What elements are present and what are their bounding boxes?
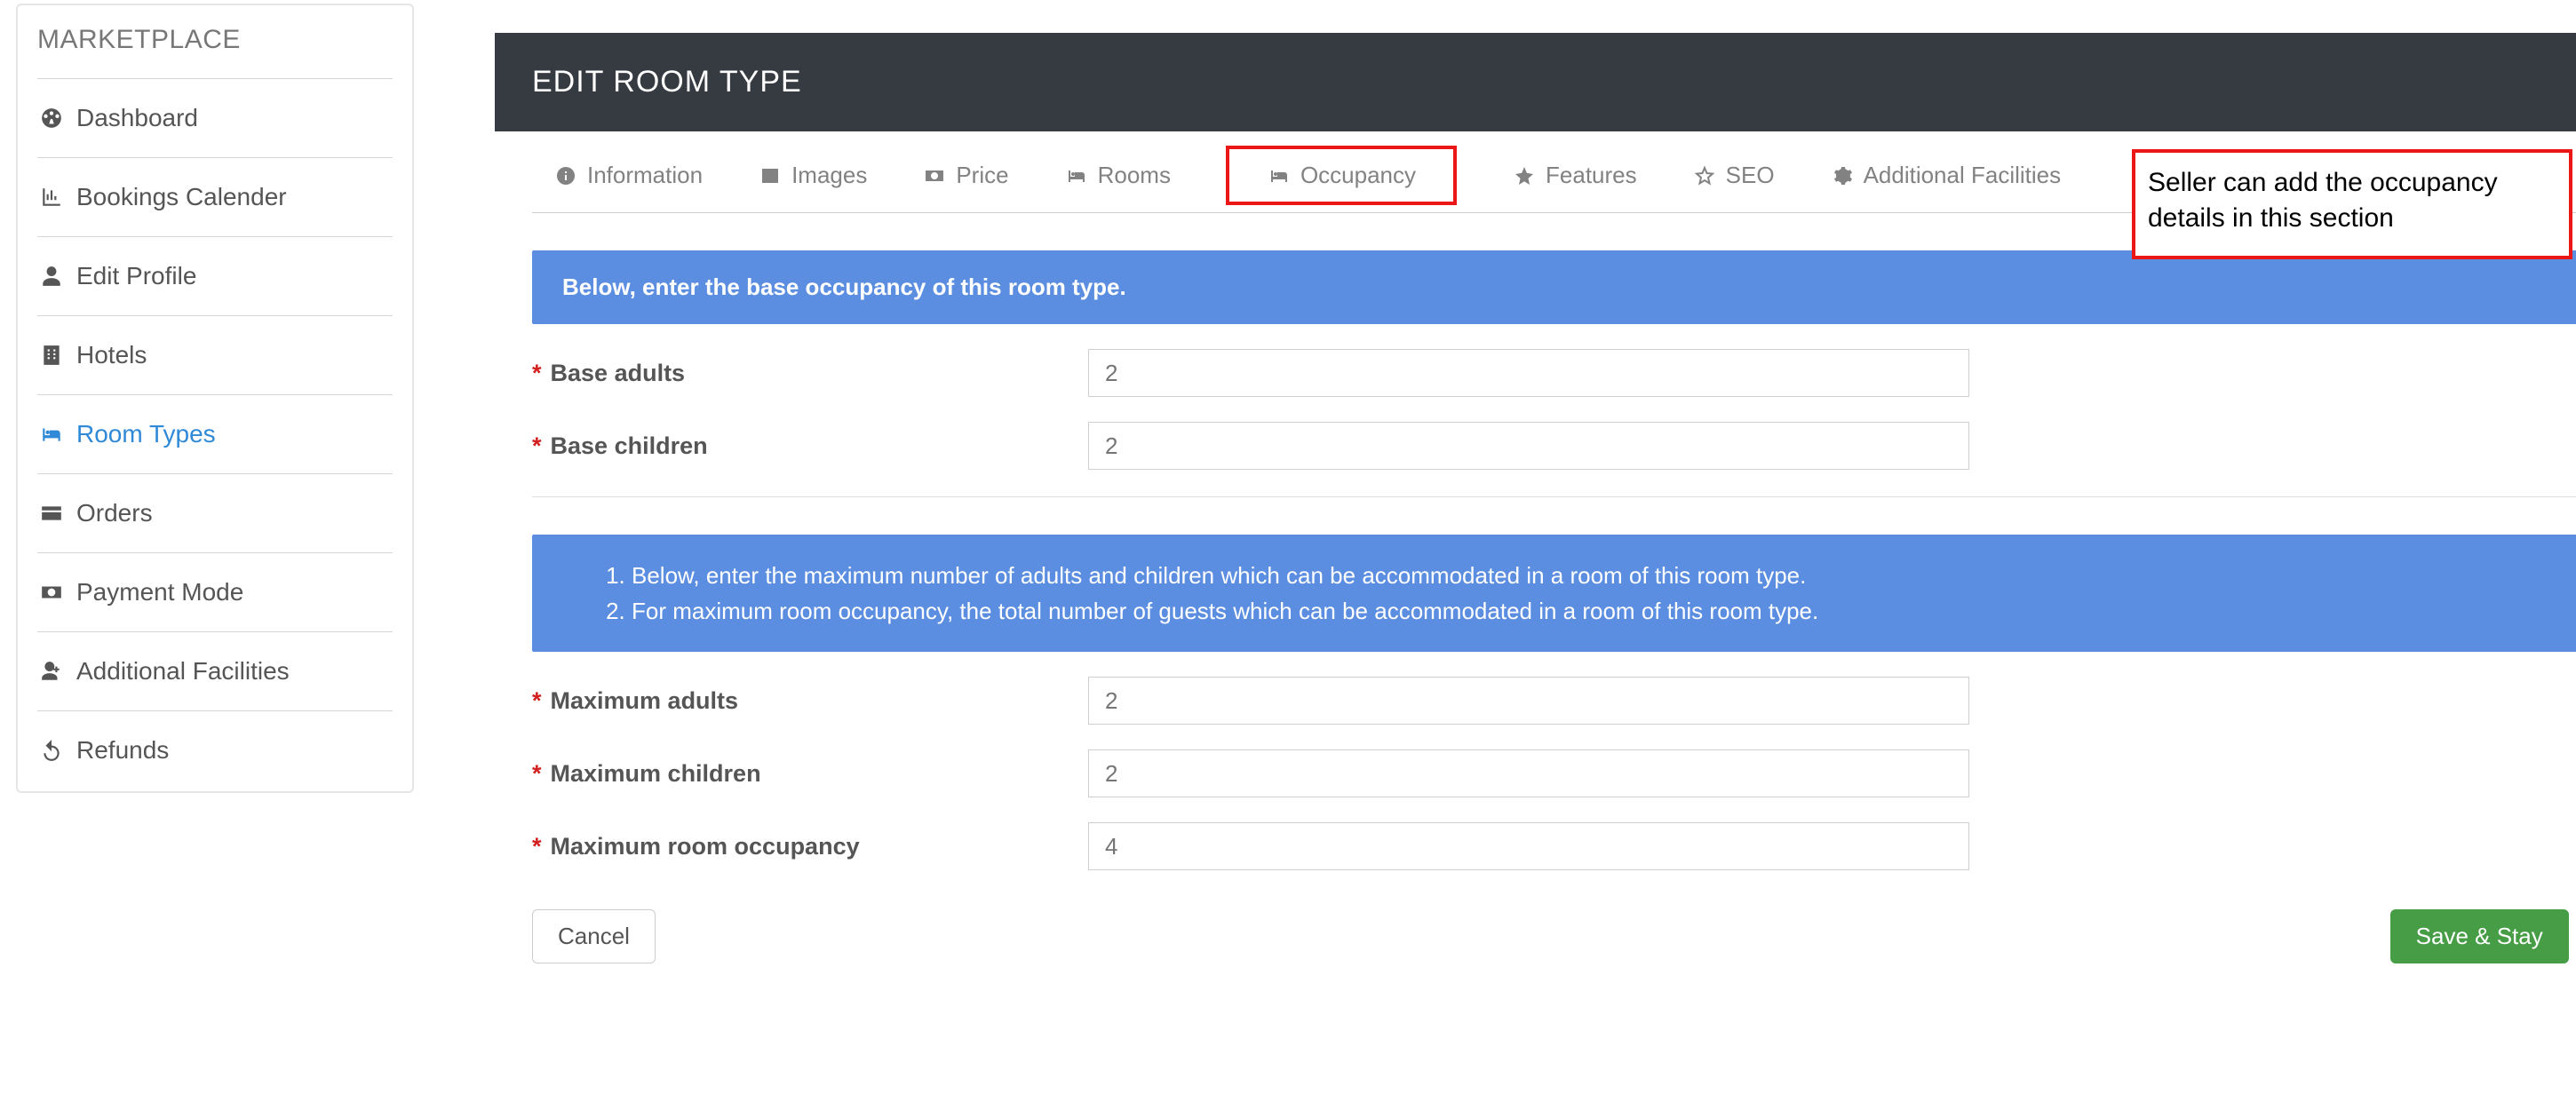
divider [532, 496, 2576, 497]
row-max-adults: *Maximum adults [532, 652, 2576, 725]
input-base-children[interactable] [1088, 422, 1969, 470]
user-icon [37, 265, 66, 288]
tab-label: Occupancy [1300, 162, 1416, 189]
input-max-adults[interactable] [1088, 677, 1969, 725]
page-title: EDIT ROOM TYPE [495, 33, 2576, 131]
label-max-children: *Maximum children [532, 760, 1088, 788]
info-banner-item: Below, enter the maximum number of adult… [632, 558, 2576, 593]
bed-icon [1064, 165, 1089, 186]
dashboard-icon [37, 107, 66, 130]
star-outline-icon [1692, 165, 1717, 186]
tab-information[interactable]: Information [553, 162, 703, 189]
sidebar: MARKETPLACE Dashboard Bookings Calender … [16, 4, 414, 793]
input-max-room[interactable] [1088, 822, 1969, 870]
info-icon [553, 165, 578, 186]
undo-icon [37, 739, 66, 762]
tab-features[interactable]: Features [1512, 162, 1637, 189]
annotation-callout: Seller can add the occupancy details in … [2132, 149, 2572, 259]
sidebar-item-label: Bookings Calender [76, 183, 287, 211]
sidebar-item-room-types[interactable]: Room Types [37, 395, 393, 474]
tab-label: Features [1546, 162, 1637, 189]
sidebar-item-hotels[interactable]: Hotels [37, 316, 393, 395]
tab-label: Images [791, 162, 867, 189]
label-max-room: *Maximum room occupancy [532, 833, 1088, 860]
label-base-adults: *Base adults [532, 360, 1088, 387]
sidebar-item-label: Orders [76, 499, 153, 527]
sidebar-title: MARKETPLACE [37, 25, 393, 79]
card-icon [37, 502, 66, 525]
tab-rooms[interactable]: Rooms [1064, 162, 1171, 189]
tab-price[interactable]: Price [922, 162, 1008, 189]
label-base-children: *Base children [532, 432, 1088, 460]
input-base-adults[interactable] [1088, 349, 1969, 397]
bed-icon [1267, 165, 1292, 186]
sidebar-item-label: Payment Mode [76, 578, 243, 607]
row-base-adults: *Base adults [532, 324, 2576, 397]
sidebar-item-facilities[interactable]: Additional Facilities [37, 632, 393, 711]
sidebar-item-payment[interactable]: Payment Mode [37, 553, 393, 632]
info-banner-max: Below, enter the maximum number of adult… [532, 535, 2576, 652]
bed-icon [37, 423, 66, 446]
row-max-children: *Maximum children [532, 725, 2576, 797]
sidebar-item-label: Dashboard [76, 104, 198, 132]
star-icon [1512, 165, 1537, 186]
money-bill-icon [922, 165, 947, 186]
save-stay-button[interactable]: Save & Stay [2390, 909, 2569, 963]
row-max-room: *Maximum room occupancy [532, 797, 2576, 870]
sidebar-item-label: Edit Profile [76, 262, 196, 290]
sidebar-item-refunds[interactable]: Refunds [37, 711, 393, 782]
building-icon [37, 344, 66, 367]
row-base-children: *Base children [532, 397, 2576, 470]
sidebar-item-profile[interactable]: Edit Profile [37, 237, 393, 316]
image-icon [758, 165, 783, 186]
label-max-adults: *Maximum adults [532, 687, 1088, 715]
money-icon [37, 581, 66, 604]
sidebar-item-label: Refunds [76, 736, 169, 765]
tab-additional-facilities[interactable]: Additional Facilities [1830, 162, 2062, 189]
tab-label: Rooms [1098, 162, 1171, 189]
sidebar-item-bookings[interactable]: Bookings Calender [37, 158, 393, 237]
tab-label: Information [587, 162, 703, 189]
form-panel: Information Images Price Rooms Occupancy… [495, 131, 2576, 1008]
sidebar-item-label: Room Types [76, 420, 216, 448]
sidebar-item-orders[interactable]: Orders [37, 474, 393, 553]
info-banner-base: Below, enter the base occupancy of this … [532, 250, 2576, 324]
sidebar-item-label: Additional Facilities [76, 657, 290, 686]
tab-images[interactable]: Images [758, 162, 867, 189]
input-max-children[interactable] [1088, 749, 1969, 797]
tab-label: Price [956, 162, 1008, 189]
cancel-button[interactable]: Cancel [532, 909, 656, 963]
form-actions: Cancel Save & Stay Save [532, 870, 2576, 963]
info-banner-item: For maximum room occupancy, the total nu… [632, 593, 2576, 629]
tab-label: SEO [1726, 162, 1775, 189]
gear-icon [1830, 165, 1855, 186]
chart-icon [37, 186, 66, 209]
tab-label: Additional Facilities [1864, 162, 2062, 189]
tab-seo[interactable]: SEO [1692, 162, 1775, 189]
tab-occupancy[interactable]: Occupancy [1226, 146, 1457, 205]
sidebar-item-label: Hotels [76, 341, 147, 369]
user-plus-icon [37, 660, 66, 683]
sidebar-item-dashboard[interactable]: Dashboard [37, 79, 393, 158]
